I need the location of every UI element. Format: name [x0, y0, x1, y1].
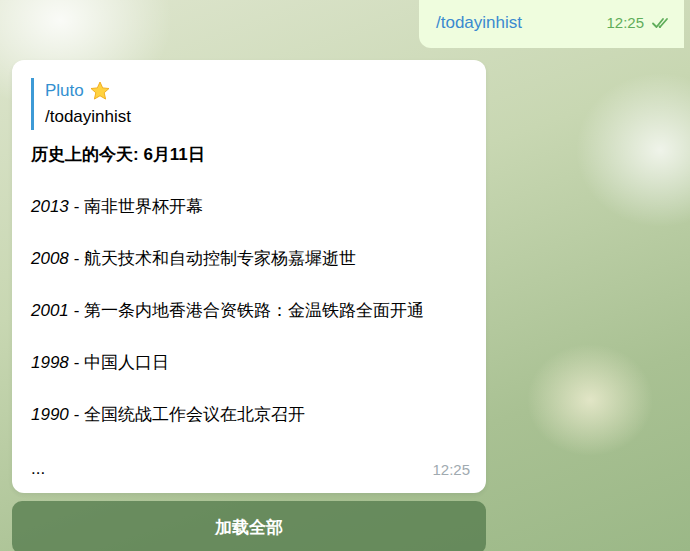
reply-author-row: Pluto — [45, 78, 470, 104]
history-event: 2008 - 航天技术和自动控制专家杨嘉墀逝世 — [31, 246, 470, 272]
command-text[interactable]: /todayinhist — [436, 10, 590, 36]
history-event: 2013 - 南非世界杯开幕 — [31, 194, 470, 220]
history-event: 1990 - 全国统战工作会议在北京召开 — [31, 402, 470, 428]
more-ellipsis: ... — [31, 456, 45, 482]
history-event: 1998 - 中国人口日 — [31, 350, 470, 376]
event-text: - 航天技术和自动控制专家杨嘉墀逝世 — [74, 249, 356, 268]
reply-text: /todayinhist — [45, 104, 470, 130]
incoming-wrap: Pluto/todayinhist 历史上的今天: 6月11日 2013 - 南非世界… — [0, 60, 486, 551]
event-year: 1990 — [31, 405, 69, 424]
star-icon — [89, 80, 111, 102]
load-all-button[interactable]: 加载全部 — [12, 501, 486, 551]
event-year: 2008 — [31, 249, 69, 268]
message-title: 历史上的今天: 6月11日 — [31, 142, 470, 168]
event-text: - 南非世界杯开幕 — [74, 197, 203, 216]
double-check-icon — [650, 17, 670, 29]
event-text: - 中国人口日 — [74, 353, 169, 372]
message-time: 12:25 — [606, 10, 644, 36]
event-year: 2013 — [31, 197, 69, 216]
message-footer: ... 12:25 — [31, 454, 470, 483]
event-text: - 第一条内地香港合资铁路：金温铁路全面开通 — [74, 301, 424, 320]
outgoing-row: /todayinhist 12:25 — [0, 0, 690, 48]
outgoing-message: /todayinhist 12:25 — [419, 0, 684, 48]
history-event: 2001 - 第一条内地香港合资铁路：金温铁路全面开通 — [31, 298, 470, 324]
event-year: 2001 — [31, 301, 69, 320]
reply-quote[interactable]: Pluto/todayinhist — [31, 78, 470, 130]
reply-author: Pluto — [45, 78, 84, 104]
event-year: 1998 — [31, 353, 69, 372]
event-text: - 全国统战工作会议在北京召开 — [74, 405, 305, 424]
bot-message: Pluto/todayinhist 历史上的今天: 6月11日 2013 - 南非世界… — [12, 60, 486, 493]
message-time: 12:25 — [432, 457, 470, 483]
